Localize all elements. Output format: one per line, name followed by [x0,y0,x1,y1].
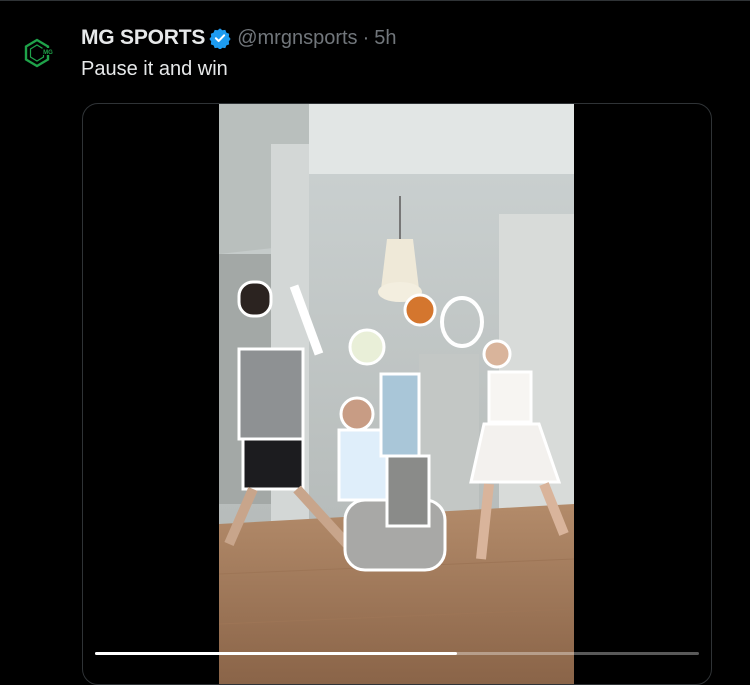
top-divider [0,0,750,1]
author-handle[interactable]: @mrgnsports [237,27,357,50]
video-progress-bar[interactable] [95,652,699,655]
video-progress-fill [95,652,458,655]
tweet-header: MG SPORTS @mrgnsports · 5h [81,25,396,51]
tweet-timestamp[interactable]: 5h [374,27,396,50]
author-name[interactable]: MG SPORTS [81,26,205,50]
author-avatar[interactable]: MG [17,33,57,73]
svg-text:MG: MG [43,50,53,56]
mg-sports-logo-icon: MG [24,38,54,68]
tweet-text: Pause it and win [81,58,228,80]
verified-badge-icon[interactable] [209,27,231,50]
video-frame[interactable] [219,104,574,684]
header-separator: · [362,26,370,49]
tweet-media[interactable] [82,103,712,685]
